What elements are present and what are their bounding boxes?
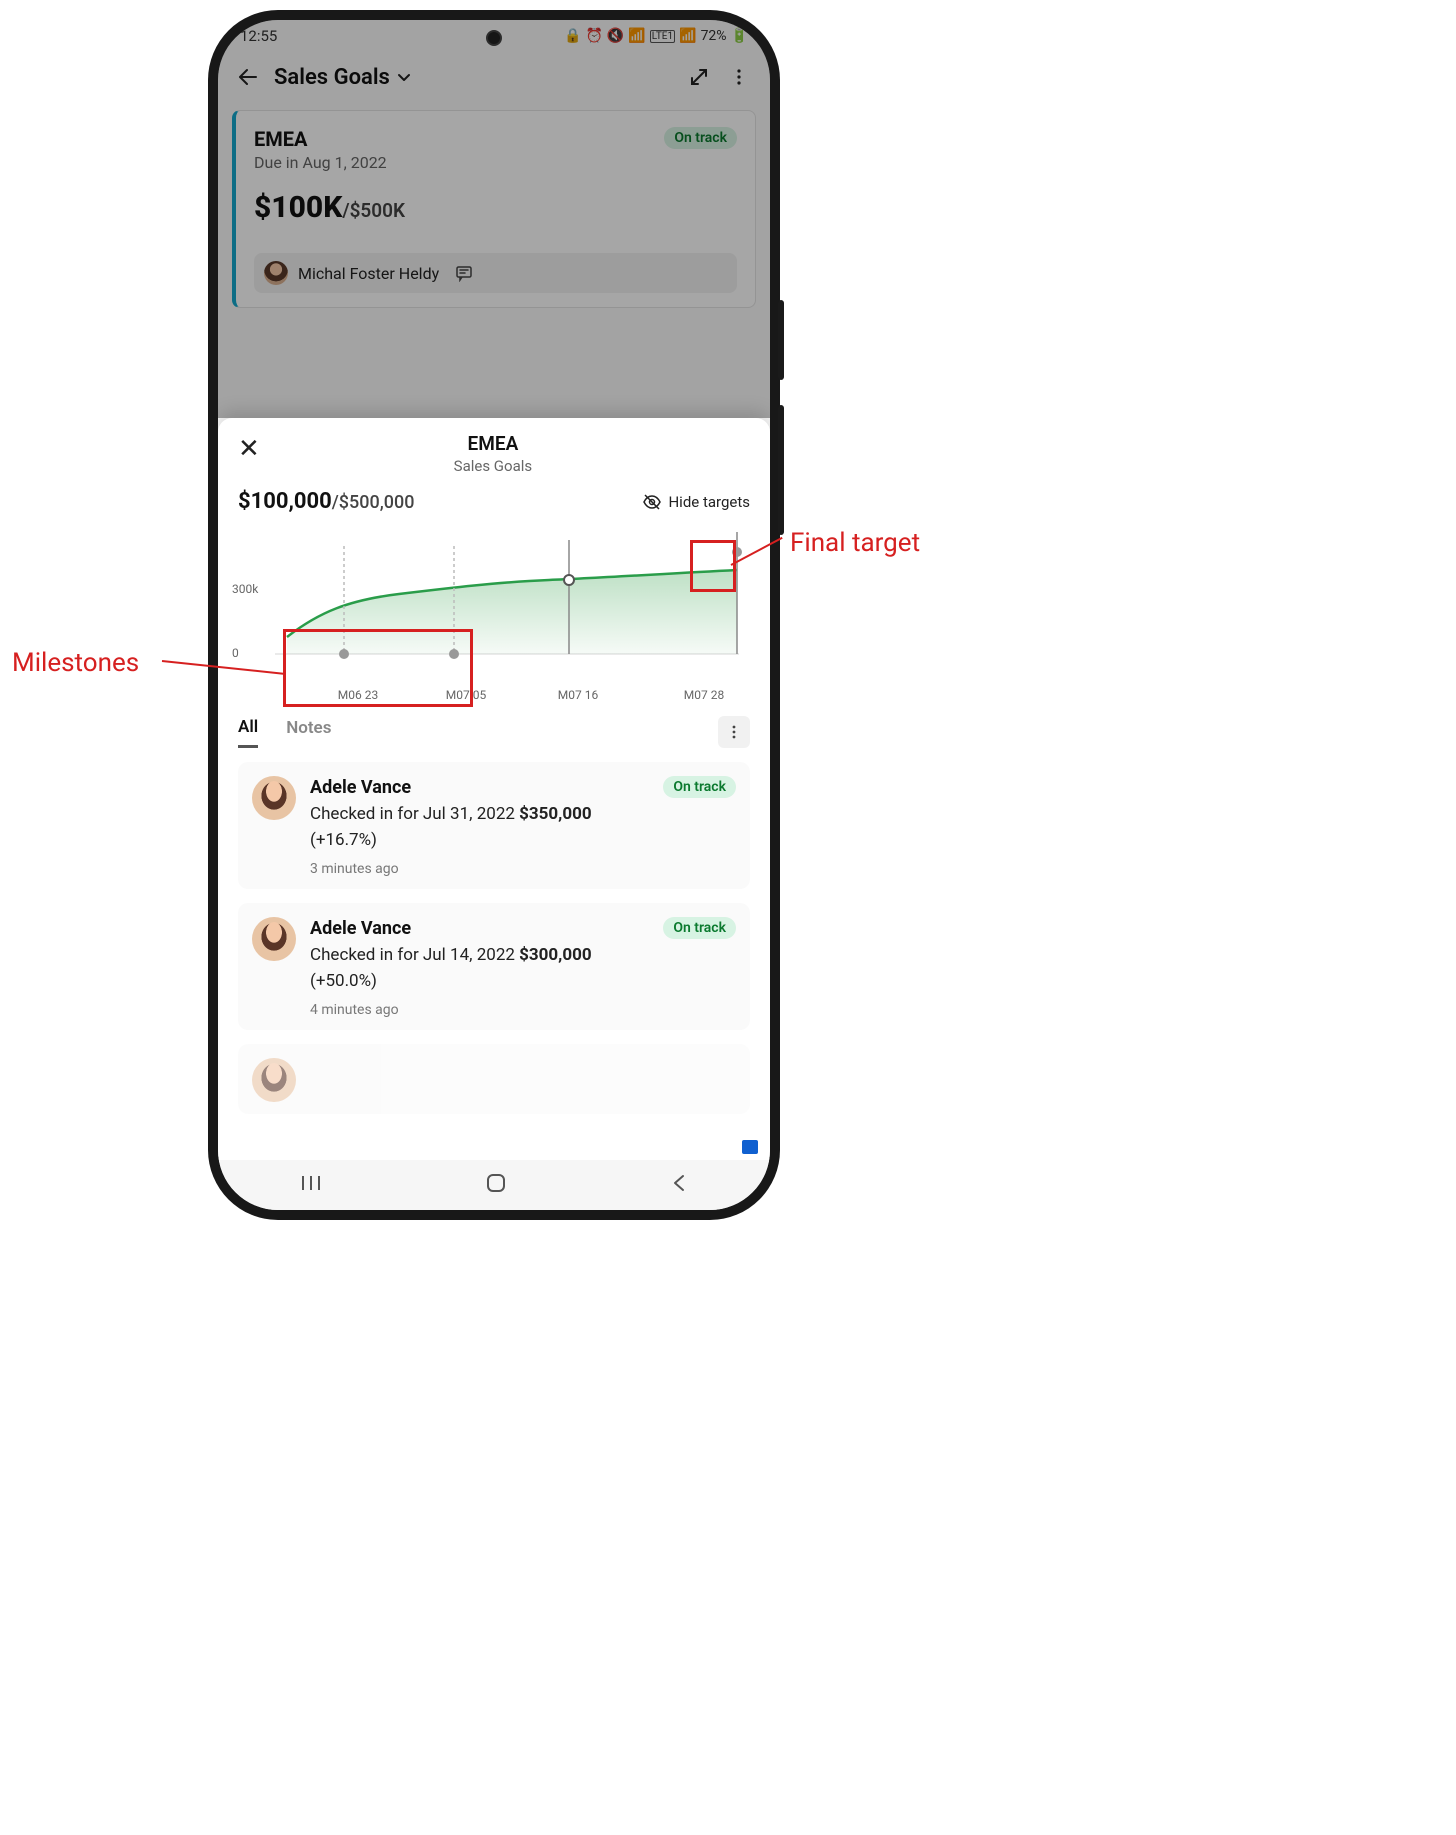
tab-notes[interactable]: Notes [286, 718, 331, 746]
power-button [778, 405, 784, 535]
annotation-milestones-box [283, 629, 473, 707]
annotation-final-target-box [690, 540, 736, 592]
recent-apps-button[interactable] [300, 1173, 322, 1197]
tab-all[interactable]: All [238, 717, 258, 748]
feed-author: Adele Vance [310, 918, 411, 939]
annotation-milestones-label: Milestones [12, 648, 139, 678]
battery-icon: 🔋 [731, 28, 748, 44]
lock-icon: 🔒 [564, 28, 581, 44]
mute-icon: 🔇 [607, 28, 624, 44]
app-badge-icon [742, 1140, 758, 1154]
status-time: 12:55 [240, 27, 277, 45]
feed-item[interactable]: Adele Vance On track Checked in for Jul … [238, 762, 750, 889]
battery-text: 72% [701, 28, 727, 44]
tabs: All Notes [238, 716, 750, 748]
sheet-title: EMEA [236, 432, 750, 455]
avatar [264, 261, 288, 285]
feed-item[interactable]: Adele Vance On track Checked in for Jul … [238, 903, 750, 1030]
back-button[interactable] [236, 65, 260, 89]
annotation-final-target-label: Final target [790, 528, 920, 558]
owner-name: Michal Foster Heldy [298, 264, 439, 283]
sheet-value: $100,000/$500,000 [238, 489, 414, 514]
status-badge: On track [663, 776, 736, 798]
home-button[interactable] [485, 1172, 507, 1199]
status-bar: 12:55 🔒 ⏰ 🔇 📶 LTE1 📶 72% 🔋 [218, 20, 770, 52]
tab-more-button[interactable] [718, 716, 750, 748]
signal-icon: 📶 [679, 28, 696, 44]
phone-frame: 12:55 🔒 ⏰ 🔇 📶 LTE1 📶 72% 🔋 Sales Goals [208, 10, 780, 1220]
avatar [252, 917, 296, 961]
feed-text: Checked in for Jul 14, 2022 $300,000 (+5… [310, 943, 736, 994]
goal-card[interactable]: EMEA Due in Aug 1, 2022 On track $100K/$… [232, 110, 756, 308]
comment-icon [455, 264, 473, 282]
chevron-down-icon [396, 69, 412, 85]
feed-item[interactable] [238, 1044, 750, 1114]
page-title-dropdown[interactable]: Sales Goals [274, 65, 412, 90]
nav-back-button[interactable] [670, 1173, 688, 1198]
phone-screen: 12:55 🔒 ⏰ 🔇 📶 LTE1 📶 72% 🔋 Sales Goals [218, 20, 770, 1210]
nav-bar [218, 1160, 770, 1210]
volte-icon: LTE1 [650, 30, 675, 43]
page-title: Sales Goals [274, 65, 390, 90]
feed-timestamp: 4 minutes ago [310, 1002, 736, 1018]
more-button[interactable] [726, 64, 752, 90]
goal-due: Due in Aug 1, 2022 [254, 153, 387, 172]
app-header: Sales Goals [218, 52, 770, 100]
feed-timestamp: 3 minutes ago [310, 861, 736, 877]
y-tick-0: 0 [232, 646, 239, 660]
goal-title: EMEA [254, 127, 387, 151]
status-badge: On track [663, 917, 736, 939]
goal-value: $100K/$500K [254, 190, 737, 225]
eye-off-icon [642, 493, 662, 511]
bottom-sheet: ✕ EMEA Sales Goals $100,000/$500,000 Hid… [218, 418, 770, 1160]
volume-button [778, 300, 784, 380]
alarm-icon: ⏰ [585, 28, 602, 44]
status-right: 🔒 ⏰ 🔇 📶 LTE1 📶 72% 🔋 [564, 28, 748, 44]
feed-text: Checked in for Jul 31, 2022 $350,000 (+1… [310, 802, 736, 853]
avatar [252, 1058, 296, 1102]
goal-owner-row[interactable]: Michal Foster Heldy [254, 253, 737, 293]
hide-targets-button[interactable]: Hide targets [642, 493, 750, 511]
avatar [252, 776, 296, 820]
status-badge: On track [664, 127, 737, 149]
expand-button[interactable] [686, 64, 712, 90]
front-camera [486, 30, 502, 46]
y-tick-300k: 300k [232, 582, 258, 596]
x-tick-4: M07 28 [684, 688, 724, 702]
feed-author: Adele Vance [310, 777, 411, 798]
sheet-subtitle: Sales Goals [236, 457, 750, 475]
x-tick-3: M07 16 [558, 688, 598, 702]
wifi-icon: 📶 [628, 28, 645, 44]
